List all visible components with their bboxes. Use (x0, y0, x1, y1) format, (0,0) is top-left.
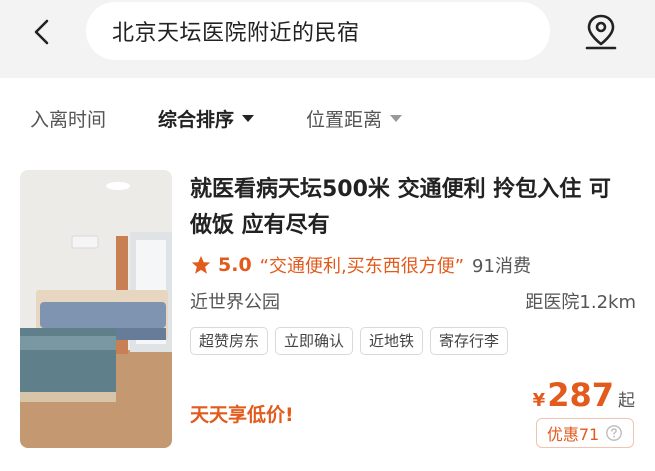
tag: 寄存行李 (430, 327, 509, 355)
top-bar: 北京天坛医院附近的民宿 (0, 0, 655, 78)
review-quote: “交通便利,买东西很方便” (259, 256, 465, 277)
caret-down-icon (390, 114, 403, 122)
search-input[interactable]: 北京天坛医院附近的民宿 (86, 2, 550, 60)
tag: 超赞房东 (190, 327, 269, 355)
tag: 立即确认 (275, 327, 354, 355)
filter-label: 综合排序 (158, 108, 235, 131)
map-button[interactable] (580, 10, 622, 54)
filter-bar: 入离时间 综合排序 位置距离 (0, 78, 655, 154)
map-pin-icon (585, 14, 617, 50)
filter-label: 入离时间 (30, 108, 107, 131)
listing-photo[interactable] (20, 170, 172, 448)
filter-distance[interactable]: 位置距离 (306, 106, 403, 131)
distance-text: 距医院1.2km (525, 292, 636, 313)
tag: 近地铁 (360, 327, 424, 355)
location-text: 近世界公园 (190, 292, 280, 313)
price-currency: ¥ (532, 390, 546, 411)
star-icon (191, 255, 211, 274)
rating-row: 5.0 “交通便利,买东西很方便” 91消费 (190, 252, 531, 278)
price-suffix: 起 (618, 391, 635, 411)
help-circle-icon (606, 425, 623, 441)
discount-text: 优惠71 (546, 425, 600, 444)
consumption-count: 91消费 (472, 256, 531, 277)
price-value: 287 (547, 376, 614, 414)
discount-badge[interactable]: 优惠71 (536, 418, 634, 448)
back-button[interactable] (22, 12, 62, 52)
search-query-text: 北京天坛医院附近的民宿 (112, 21, 360, 46)
filter-label: 位置距离 (306, 108, 383, 131)
bedroom-photo-icon (20, 170, 172, 448)
location-row: 近世界公园 距医院1.2km (190, 288, 636, 314)
chevron-left-icon (34, 19, 49, 45)
listing-card[interactable]: 就医看病天坛500米 交通便利 拎包入住 可做饭 应有尽有 5.0 “交通便利,… (0, 154, 655, 471)
caret-down-icon (242, 114, 255, 122)
tag-list: 超赞房东 立即确认 近地铁 寄存行李 (190, 327, 509, 355)
filter-checkin-time[interactable]: 入离时间 (30, 106, 107, 131)
filter-sort[interactable]: 综合排序 (158, 106, 255, 131)
promo-text: 天天享低价! (190, 404, 294, 426)
price: ¥ 287 起 (533, 376, 635, 414)
listing-title: 就医看病天坛500米 交通便利 拎包入住 可做饭 应有尽有 (190, 177, 611, 238)
rating-score: 5.0 (218, 254, 252, 276)
